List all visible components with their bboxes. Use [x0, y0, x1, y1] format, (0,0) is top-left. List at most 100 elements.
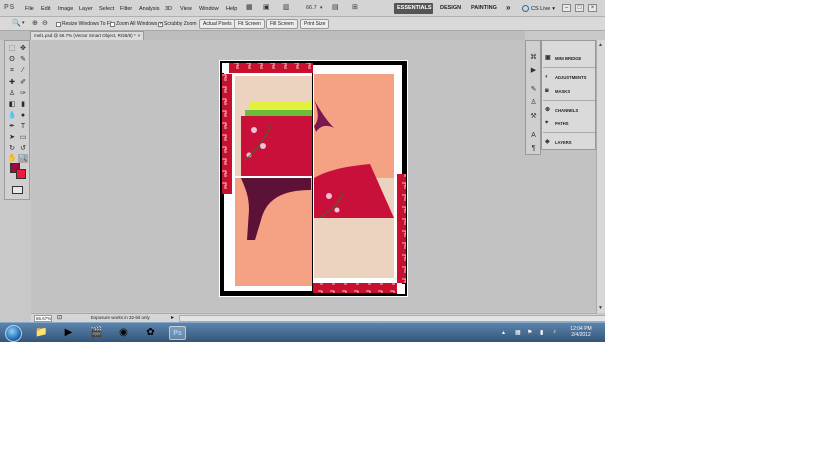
- minimize-button[interactable]: –: [562, 4, 571, 12]
- menu-select[interactable]: Select: [99, 6, 114, 12]
- media-player-icon[interactable]: ▶: [60, 326, 77, 340]
- status-info-icon[interactable]: ⊡: [57, 314, 62, 321]
- tray-battery-icon[interactable]: ▮: [540, 329, 543, 336]
- 3d-rotate-tool-icon[interactable]: ↻: [7, 144, 17, 153]
- zoom-in-icon[interactable]: ⊕: [32, 19, 38, 27]
- tray-flag-icon[interactable]: ⚑: [527, 329, 532, 336]
- clone-stamp-tool-icon[interactable]: ♙: [7, 89, 17, 98]
- brushes-panel-icon[interactable]: ✎: [529, 85, 538, 94]
- scroll-up-icon[interactable]: ▲: [598, 42, 603, 48]
- eyedropper-tool-icon[interactable]: ⁄: [18, 66, 28, 75]
- panel-channels[interactable]: ⊛ CHANNELS: [545, 107, 578, 113]
- menu-image[interactable]: Image: [58, 6, 73, 12]
- menu-view[interactable]: View: [180, 6, 192, 12]
- character-panel-icon[interactable]: A: [529, 131, 538, 140]
- close-button[interactable]: ×: [588, 4, 597, 12]
- cs-live-button[interactable]: CS Live ▾: [522, 5, 555, 12]
- marquee-tool-icon[interactable]: ⬚: [7, 44, 17, 53]
- menu-help[interactable]: Help: [226, 6, 237, 12]
- minibridge-icon[interactable]: ▣: [263, 3, 270, 11]
- menu-file[interactable]: File: [25, 6, 34, 12]
- vertical-scrollbar[interactable]: ▲ ▼: [596, 40, 605, 313]
- horizontal-scrollbar[interactable]: [179, 315, 605, 322]
- history-brush-tool-icon[interactable]: ✑: [18, 89, 28, 98]
- zoom-out-icon[interactable]: ⊖: [42, 19, 48, 27]
- workspace-painting[interactable]: PAINTING: [468, 3, 500, 14]
- workspace-more[interactable]: »: [503, 1, 513, 12]
- quick-mask-icon[interactable]: [12, 186, 23, 194]
- zoom-level-menu[interactable]: 66.7: [306, 5, 317, 11]
- app-icon[interactable]: ✿: [142, 326, 159, 340]
- panel-mini-bridge[interactable]: ▣ MINI BRIDGE: [545, 55, 581, 61]
- menu-window[interactable]: Window: [199, 6, 219, 12]
- status-menu-arrow-icon[interactable]: ▸: [171, 314, 174, 321]
- arrange-documents-icon[interactable]: ▤: [332, 3, 339, 11]
- menu-bar: PS File Edit Image Layer Select Filter A…: [0, 0, 605, 17]
- document-tab[interactable]: mel1.psd @ 66.7% (Vector Smart Object, R…: [30, 31, 145, 40]
- type-tool-icon[interactable]: T: [18, 122, 28, 131]
- path-select-tool-icon[interactable]: ➤: [7, 133, 17, 142]
- tray-network-icon[interactable]: ▦: [515, 329, 521, 336]
- view-extras-icon[interactable]: ▥: [283, 3, 290, 11]
- tool-presets-panel-icon[interactable]: ⚒: [529, 112, 538, 121]
- tray-volume-icon[interactable]: ♪: [553, 329, 556, 335]
- zoom-tool-active-icon[interactable]: 🔍: [18, 154, 28, 163]
- fill-screen-button[interactable]: Fill Screen: [266, 19, 298, 29]
- gradient-tool-icon[interactable]: ▮: [18, 100, 28, 109]
- blur-tool-icon[interactable]: 💧: [7, 111, 17, 120]
- resize-windows-checkbox[interactable]: Resize Windows To Fit: [56, 21, 112, 27]
- menu-filter[interactable]: Filter: [120, 6, 132, 12]
- actual-pixels-button[interactable]: Actual Pixels: [199, 19, 236, 29]
- movie-maker-icon[interactable]: 🎬: [88, 326, 105, 340]
- zoom-percentage-field[interactable]: 66.67%: [34, 315, 52, 322]
- panel-label: PATHS: [555, 120, 569, 126]
- document-canvas[interactable]: [219, 60, 408, 297]
- panel-paths[interactable]: ⌖ PATHS: [545, 120, 569, 126]
- menu-analysis[interactable]: Analysis: [139, 6, 159, 12]
- paragraph-panel-icon[interactable]: ¶: [529, 144, 538, 153]
- hand-tool-icon[interactable]: ✋: [7, 154, 17, 163]
- scroll-down-icon[interactable]: ▼: [598, 305, 603, 311]
- pen-tool-icon[interactable]: ✒: [7, 122, 17, 131]
- fit-screen-button[interactable]: Fit Screen: [234, 19, 265, 29]
- panel-layers[interactable]: ◈ LAYERS: [545, 139, 572, 145]
- history-panel-icon[interactable]: ⌘: [529, 53, 538, 62]
- brush-tool-icon[interactable]: ✐: [18, 78, 28, 87]
- zoom-all-windows-label: Zoom All Windows: [116, 21, 158, 27]
- scrubby-zoom-checkbox[interactable]: ✓ Scrubby Zoom: [158, 21, 197, 27]
- menu-edit[interactable]: Edit: [41, 6, 50, 12]
- tab-close-icon[interactable]: ×: [138, 33, 141, 39]
- quick-select-tool-icon[interactable]: ✎: [18, 55, 28, 64]
- menu-3d[interactable]: 3D: [165, 6, 172, 12]
- workspace-essentials[interactable]: ESSENTIALS: [394, 3, 433, 14]
- dodge-tool-icon[interactable]: ●: [18, 111, 28, 120]
- lasso-tool-icon[interactable]: ʘ: [7, 55, 17, 64]
- panel-masks[interactable]: ◙ MASKS: [545, 88, 570, 94]
- eraser-tool-icon[interactable]: ◧: [7, 100, 17, 109]
- crop-tool-icon[interactable]: ⌗: [7, 66, 17, 75]
- actions-panel-icon[interactable]: ▶: [529, 66, 538, 75]
- background-color-swatch[interactable]: [16, 169, 26, 179]
- shape-tool-icon[interactable]: ▭: [18, 133, 28, 142]
- photoshop-taskbar-icon[interactable]: Ps: [169, 326, 186, 340]
- bridge-icon[interactable]: ▦: [246, 3, 253, 11]
- healing-brush-tool-icon[interactable]: ✚: [7, 78, 17, 87]
- clone-source-panel-icon[interactable]: ♙: [529, 98, 538, 107]
- taskbar-clock[interactable]: 12:04 PM 2/4/2012: [567, 326, 595, 338]
- explorer-icon[interactable]: 📁: [33, 326, 50, 340]
- tool-preset-dropdown-icon[interactable]: ▾: [22, 20, 25, 26]
- menu-layer[interactable]: Layer: [79, 6, 93, 12]
- print-size-button[interactable]: Print Size: [300, 19, 330, 29]
- workspace-design[interactable]: DESIGN: [437, 3, 464, 14]
- zoom-dropdown-icon[interactable]: ▾: [320, 5, 323, 11]
- screen-mode-icon[interactable]: ⊞: [352, 3, 358, 11]
- zoom-tool-icon[interactable]: 🔍: [12, 19, 21, 27]
- maximize-button[interactable]: □: [575, 4, 584, 12]
- tray-arrow-icon[interactable]: ▴: [502, 329, 505, 336]
- zoom-all-windows-checkbox[interactable]: Zoom All Windows: [110, 21, 157, 27]
- move-tool-icon[interactable]: ✥: [18, 44, 28, 53]
- panel-adjustments[interactable]: ◐ ADJUSTMENTS: [545, 74, 586, 80]
- start-button[interactable]: [5, 325, 22, 342]
- 3d-orbit-tool-icon[interactable]: ↺: [18, 144, 28, 153]
- chrome-icon[interactable]: ◉: [115, 326, 132, 340]
